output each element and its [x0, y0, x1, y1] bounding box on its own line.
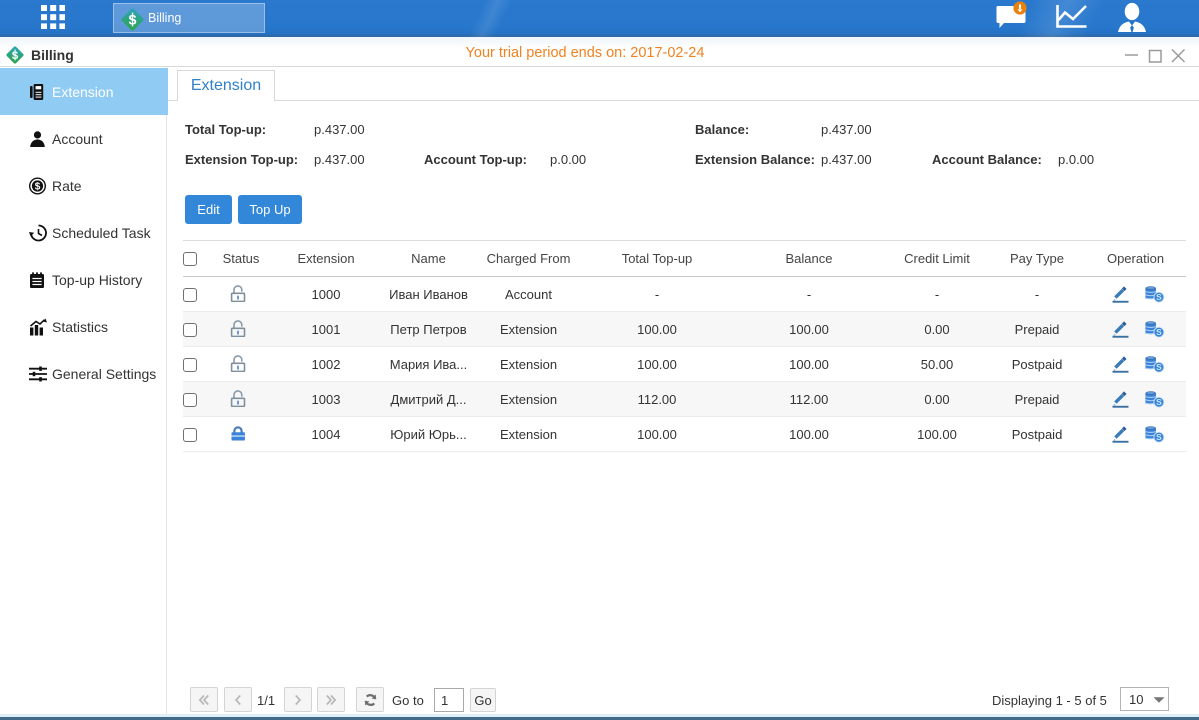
svg-text:S: S	[1156, 397, 1162, 407]
svg-text:$: $	[129, 11, 137, 27]
svg-text:S: S	[1156, 432, 1162, 442]
svg-text:$: $	[35, 181, 41, 192]
svg-text:S: S	[1156, 292, 1162, 302]
svg-text:S: S	[1156, 362, 1162, 372]
svg-text:S: S	[1156, 327, 1162, 337]
